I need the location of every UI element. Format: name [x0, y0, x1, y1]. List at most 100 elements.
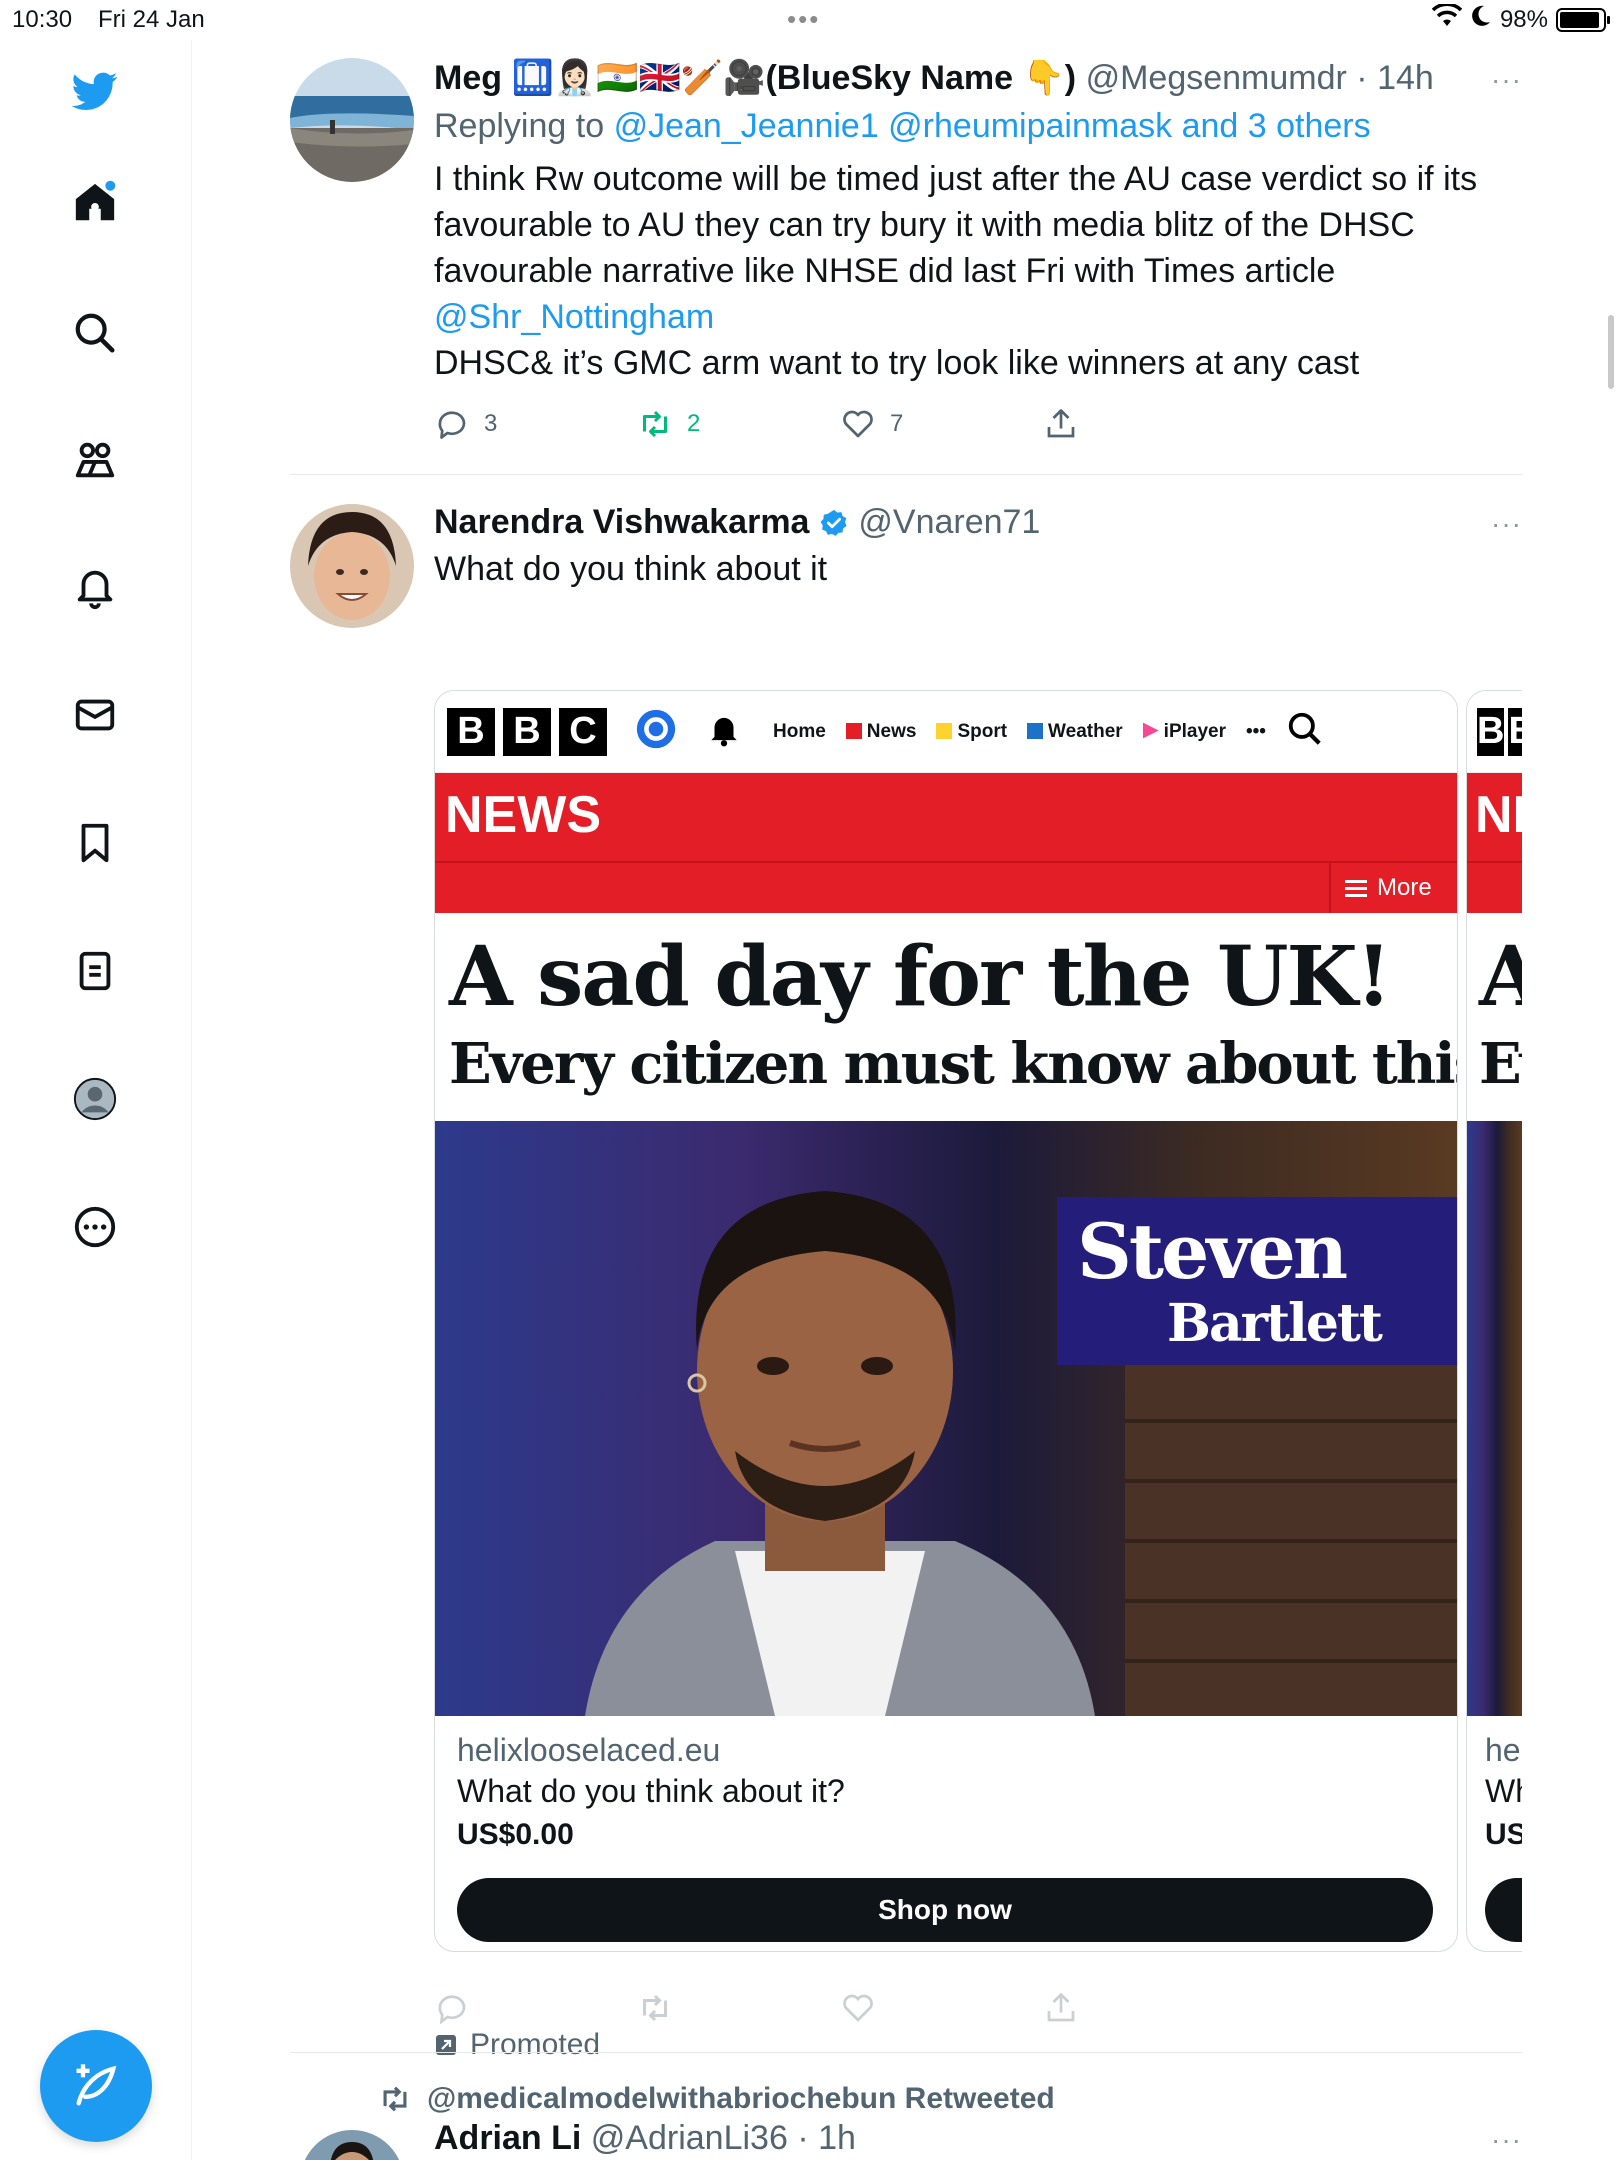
- tweet-body: Narendra Vishwakarma @Vnaren71 ··· What …: [434, 500, 1522, 592]
- ad-headline-1: A: [1479, 929, 1522, 1025]
- bbc-search-icon: [1286, 710, 1324, 754]
- avatar[interactable]: [300, 2130, 404, 2160]
- replying-prefix: Replying to: [434, 107, 605, 145]
- messages-envelope-icon[interactable]: [70, 690, 120, 740]
- status-indicators: 98%: [1431, 2, 1610, 35]
- bookmarks-icon[interactable]: [70, 818, 120, 868]
- retweet-icon: [643, 410, 667, 438]
- twitter-logo-icon[interactable]: [70, 66, 120, 116]
- ad-title[interactable]: What: [1485, 1770, 1522, 1812]
- ad-photo: [1467, 1121, 1522, 1716]
- avatar[interactable]: [290, 58, 414, 182]
- tweet-promoted-ad[interactable]: Narendra Vishwakarma @Vnaren71 ··· What …: [290, 503, 1522, 2084]
- ad-headline-2: Every citizen must know about this!: [449, 1031, 1457, 1097]
- tweet-more-button[interactable]: ···: [1491, 2124, 1522, 2156]
- author-emoji-display: 🛄👩🏻‍⚕️🇮🇳🇬🇧🏏🎥: [511, 59, 766, 97]
- search-icon[interactable]: [70, 308, 120, 358]
- ad-headline-1: A sad day for the UK!: [449, 929, 1392, 1025]
- retweet-icon: [383, 2086, 407, 2112]
- avatar[interactable]: [290, 504, 414, 628]
- ad-headline-area: A sad day for the UK! Every citizen must…: [435, 913, 1457, 1121]
- author-name[interactable]: Adrian Li: [434, 2119, 581, 2157]
- tweet-text-part-1: I think Rw outcome will be timed just af…: [434, 160, 1478, 290]
- bbc-logo-letter: B: [1477, 707, 1505, 756]
- heart-icon: [843, 410, 873, 438]
- moon-icon: [1470, 4, 1492, 35]
- tweet-time[interactable]: · 1h: [797, 2119, 856, 2157]
- author-handle[interactable]: @Vnaren71: [858, 503, 1040, 541]
- share-button[interactable]: [1043, 406, 1246, 442]
- tweet-actions: 3 2 7: [434, 404, 1522, 444]
- ad-title[interactable]: What do you think about it?: [457, 1770, 1457, 1812]
- reply-button[interactable]: [434, 1990, 637, 2026]
- reply-icon: [438, 411, 466, 439]
- tweet-more-button[interactable]: ···: [1491, 508, 1522, 540]
- share-button[interactable]: [1043, 1990, 1246, 2026]
- hamburger-icon: [1345, 880, 1367, 897]
- tweet-header: Adrian Li @AdrianLi36 · 1h: [434, 2116, 1522, 2160]
- like-button[interactable]: [840, 1990, 1043, 2026]
- ad-card[interactable]: B B C Home News Sport Weather iPlayer ••…: [434, 690, 1458, 1952]
- reply-button[interactable]: 3: [434, 406, 637, 442]
- ad-card-next[interactable]: B B NEW A Eve helix What US$0: [1466, 690, 1522, 1952]
- tweet-divider: [290, 474, 1522, 475]
- more-options-icon[interactable]: [70, 1202, 120, 1252]
- communities-icon[interactable]: [70, 435, 120, 485]
- bbc-more-strip: [1467, 863, 1522, 913]
- bbc-news-banner: NEWS: [435, 773, 1457, 863]
- bbc-nav-weather-label: Weather: [1048, 720, 1123, 742]
- bell-icon: [705, 710, 743, 753]
- bbc-logo-letter: B: [1508, 707, 1522, 756]
- author-handle[interactable]: @AdrianLi36: [591, 2119, 788, 2157]
- like-button[interactable]: 7: [840, 406, 1043, 442]
- promoted-arrow-icon: [436, 2035, 456, 2055]
- shop-now-button[interactable]: Shop now: [457, 1878, 1433, 1942]
- bbc-nav-weather: Weather: [1027, 721, 1123, 743]
- sidebar: [0, 40, 192, 2160]
- tweet-time[interactable]: · 14h: [1356, 59, 1434, 97]
- ad-photo-first-name: Steven: [1077, 1207, 1348, 1296]
- profile-avatar-icon[interactable]: [70, 1074, 120, 1124]
- home-icon[interactable]: [70, 178, 120, 228]
- retweeted-by-text[interactable]: @medicalmodelwithabriochebun Retweeted: [427, 2082, 1055, 2116]
- bbc-nav-sport: Sport: [936, 721, 1007, 743]
- tweet-more-button[interactable]: ···: [1491, 64, 1522, 96]
- bbc-nav-news-label: News: [866, 720, 917, 742]
- shop-now-button[interactable]: [1485, 1878, 1522, 1942]
- notifications-bell-icon[interactable]: [70, 563, 120, 613]
- wifi-icon: [1431, 2, 1463, 35]
- bbc-logo-letter: C: [559, 707, 607, 756]
- ad-card-footer: helix What US$0: [1467, 1716, 1522, 1942]
- tweet-adrian[interactable]: Adrian Li @AdrianLi36 · 1h ···: [290, 2119, 1522, 2160]
- ad-photo-last-name: Bartlett: [1167, 1293, 1383, 1354]
- tweet-header: Narendra Vishwakarma @Vnaren71: [434, 500, 1522, 544]
- heart-icon: [843, 1994, 873, 2022]
- replying-to-links[interactable]: @Jean_Jeannie1 @rheumipainmask and 3 oth…: [614, 107, 1371, 145]
- ad-photo-name-band: Steven Bartlett: [1057, 1197, 1457, 1365]
- bbc-nav-iplayer-label: iPlayer: [1163, 720, 1226, 742]
- author-name[interactable]: Meg: [434, 59, 502, 97]
- tweet-actions: [434, 1988, 1246, 2028]
- retweet-count: 2: [687, 410, 701, 437]
- compose-tweet-button[interactable]: [40, 2030, 152, 2142]
- bbc-news-banner: NEW: [1467, 773, 1522, 863]
- scroll-indicator[interactable]: [1608, 315, 1614, 389]
- retweeted-by[interactable]: @medicalmodelwithabriochebun Retweeted: [375, 2082, 1055, 2116]
- retweet-button[interactable]: 2: [637, 406, 840, 442]
- bbc-nav-iplayer: iPlayer: [1142, 720, 1226, 743]
- author-name-suffix[interactable]: (BlueSky Name 👇): [765, 59, 1076, 97]
- multitasking-handle[interactable]: •••: [787, 4, 820, 35]
- ad-domain[interactable]: helix: [1485, 1730, 1522, 1770]
- tweet-mention[interactable]: @Shr_Nottingham: [434, 294, 1522, 340]
- retweet-button[interactable]: [637, 1990, 840, 2026]
- bbc-logo-letter: B: [447, 707, 495, 756]
- author-handle[interactable]: @Megsenmumdr: [1086, 59, 1347, 97]
- account-icon: [633, 706, 679, 757]
- retweet-icon: [643, 1994, 667, 2022]
- bbc-more-strip: More: [435, 863, 1457, 913]
- ad-domain[interactable]: helixlooselaced.eu: [457, 1730, 1457, 1770]
- lists-icon[interactable]: [70, 946, 120, 996]
- tweet-meg[interactable]: Meg 🛄👩🏻‍⚕️🇮🇳🇬🇧🏏🎥(BlueSky Name 👇) @Megsen…: [290, 58, 1522, 478]
- author-name[interactable]: Narendra Vishwakarma: [434, 503, 809, 541]
- tweet-body: Meg 🛄👩🏻‍⚕️🇮🇳🇬🇧🏏🎥(BlueSky Name 👇) @Megsen…: [434, 56, 1522, 444]
